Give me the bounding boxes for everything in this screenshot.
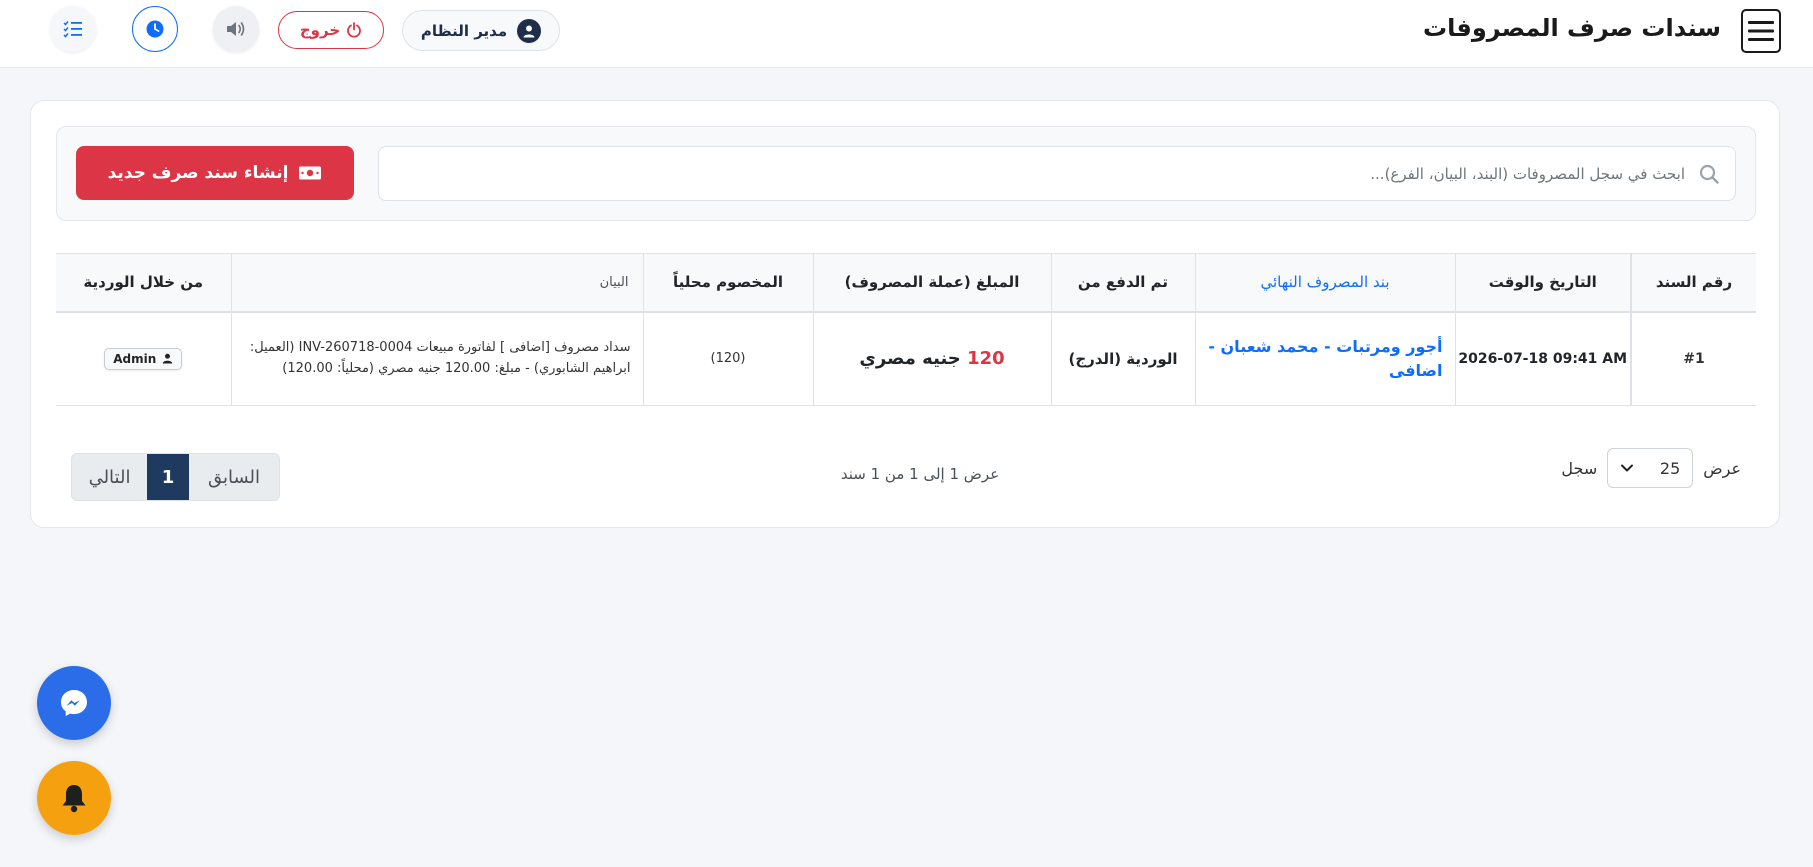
expenses-card: إنشاء سند صرف جديد رقم السند التاريخ وال… [30,100,1780,528]
deducted-value: (120) [710,351,746,367]
col-amount[interactable]: المبلغ (عملة المصروف) [812,253,1051,313]
col-shift-user[interactable]: من خلال الوردية [56,253,231,313]
history-button[interactable] [132,6,178,52]
page-title: سندات صرف المصروفات [1423,14,1721,42]
cell-paid-from: الوردية (الدرج) [1050,311,1195,406]
expenses-table-wrap: رقم السند التاريخ والوقت بند المصروف الن… [56,253,1756,406]
cell-datetime-text: 2026-07-18 09:41 AM [1458,350,1628,367]
user-avatar-icon [517,18,542,43]
power-icon [347,22,362,38]
messenger-button[interactable] [37,666,111,740]
table-header-row: رقم السند التاريخ والوقت بند المصروف الن… [56,253,1756,313]
cell-shift-user: Admin [56,311,231,406]
search-box[interactable] [378,146,1736,201]
hamburger-icon [1748,21,1774,41]
top-header: سندات صرف المصروفات مدير النظام خروج [0,0,1813,68]
pagination: السابق 1 التالي [71,453,280,501]
user-badge-label: Admin [113,351,157,366]
logout-button[interactable]: خروج [278,11,384,49]
cell-category[interactable]: أجور ومرتبات - محمد شعبان - اضافى [1194,311,1455,406]
table-row: #1 2026-07-18 09:41 AM أجور ومرتبات - مح… [56,311,1756,406]
next-page-button[interactable]: التالي [72,454,147,500]
search-icon [1699,164,1719,184]
create-voucher-button[interactable]: إنشاء سند صرف جديد [76,146,354,200]
cell-datetime: 2026-07-18 09:41 AM [1454,311,1631,406]
toolbar: إنشاء سند صرف جديد [56,126,1756,221]
user-badge: Admin [104,347,183,370]
chevron-down-icon [1621,464,1634,472]
clock-icon [146,20,164,38]
volume-icon [227,22,245,36]
user-icon [162,353,173,364]
page-1-button[interactable]: 1 [147,454,189,500]
search-input[interactable] [395,147,1685,200]
page-length-select[interactable]: 25 [1607,448,1694,488]
user-name: مدير النظام [420,21,508,40]
col-datetime[interactable]: التاريخ والوقت [1454,253,1631,313]
sound-toggle-button[interactable] [213,6,259,52]
col-description[interactable]: البيان [230,253,643,313]
col-voucher-no[interactable]: رقم السند [1630,253,1756,313]
cell-description: سداد مصروف [اضافى ] لفاتورة مبيعات INV-2… [230,311,643,406]
menu-toggle-button[interactable] [1741,9,1781,53]
cell-amount: 120 جنيه مصري [812,311,1051,406]
expenses-table: رقم السند التاريخ والوقت بند المصروف الن… [56,253,1756,406]
table-info: عرض 1 إلى 1 من 1 سند [840,465,1000,483]
page-length-control: عرض 25 سجل [1561,448,1741,488]
cell-deducted-local: (120) [642,311,813,406]
messenger-icon [61,690,87,716]
create-voucher-label: إنشاء سند صرف جديد [107,163,289,183]
page-length-value: 25 [1659,458,1681,478]
col-category[interactable]: بند المصروف النهائي [1194,253,1455,313]
amount-currency: جنيه مصري [859,348,961,370]
show-label: عرض [1703,458,1741,478]
notifications-button[interactable] [37,761,111,835]
col-paid-from[interactable]: تم الدفع من [1050,253,1195,313]
records-label: سجل [1561,458,1598,478]
cell-voucher-no: #1 [1630,311,1756,406]
bell-icon [62,785,86,813]
prev-page-button[interactable]: السابق [189,454,279,500]
col-deducted-local[interactable]: المخصوم محلياً [642,253,813,313]
tasks-button[interactable] [50,6,96,52]
checklist-icon [63,21,82,38]
logout-label: خروج [299,21,341,39]
amount-value: 120 [967,348,1005,370]
user-menu-button[interactable]: مدير النظام [402,10,560,51]
money-bill-icon [299,166,322,180]
